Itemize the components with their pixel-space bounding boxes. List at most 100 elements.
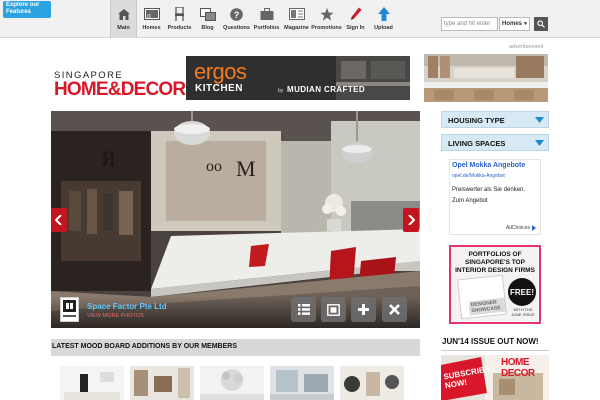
site-logo[interactable]: SINGAPORE HOME&DECOR: [54, 70, 186, 100]
search-bar: type and hit enter Homes▼: [441, 17, 548, 31]
chevron-right-icon: [408, 215, 415, 225]
plus-icon: [358, 304, 369, 315]
promo-line: PORTFOLIOS OF: [468, 251, 522, 258]
search-button[interactable]: [534, 17, 548, 31]
ad-url[interactable]: opel.de/Mokka-Angebot: [452, 173, 505, 179]
nav-label: Main: [117, 25, 130, 31]
star-icon: [319, 7, 335, 21]
search-scope-select[interactable]: Homes▼: [499, 17, 530, 31]
upload-arrow-icon: [376, 7, 392, 21]
nav-portfolios[interactable]: Portfolios: [252, 0, 281, 38]
adchoices-link[interactable]: AdChoices: [506, 225, 537, 231]
adchoices-icon: [532, 225, 536, 231]
slideshow-next-button[interactable]: [403, 208, 419, 232]
picture-icon: [143, 7, 160, 21]
nav-products[interactable]: Products: [166, 0, 193, 38]
logo-main-text: HOME&DECOR: [54, 79, 186, 100]
banner-product: KITCHEN: [195, 83, 243, 94]
nav-blog[interactable]: Blog: [194, 0, 221, 38]
chevron-down-icon: [535, 140, 544, 146]
mood-board-thumbnail[interactable]: [270, 366, 334, 400]
nav-label: Promotions: [311, 25, 342, 31]
close-icon: [389, 304, 400, 315]
cover-logo: HOME DECOR: [501, 357, 535, 379]
house-icon: [116, 7, 132, 21]
designer-showcase-magazine: DESIGNER SHOWCASE: [457, 274, 507, 320]
list-view-button[interactable]: [291, 297, 316, 322]
svg-text:Я: Я: [101, 146, 116, 171]
explore-features-button[interactable]: Explore our Features: [3, 1, 51, 18]
banner-by: by: [278, 88, 284, 94]
nav-label: Blog: [201, 25, 214, 31]
svg-text:oo: oo: [206, 158, 222, 175]
briefcase-icon: [259, 7, 275, 21]
june-issue-note: WITH THE JUNE ISSUE: [511, 307, 535, 317]
svg-text:?: ?: [234, 10, 240, 20]
promo-line: SINGAPORE'S TOP: [465, 259, 525, 266]
housing-type-dropdown[interactable]: HOUSING TYPE: [441, 111, 549, 128]
nav-label: Magazine: [284, 25, 309, 31]
company-logo[interactable]: [60, 297, 79, 322]
page: Explore our Features Main Homes Products: [0, 0, 600, 400]
nav-label: Portfolios: [253, 25, 280, 31]
portfolios-promo[interactable]: PORTFOLIOS OF SINGAPORE'S TOP INTERIOR D…: [449, 245, 541, 324]
banner-maker: MUDIAN CRAFTED: [287, 85, 366, 94]
nav-label: Homes: [142, 25, 161, 31]
slideshow-prev-button[interactable]: [51, 208, 67, 232]
main-nav: Main Homes Products Blog ? Questions Por…: [110, 0, 398, 38]
issue-header: JUN'14 ISSUE OUT NOW!: [441, 334, 549, 351]
ad-body-line: Preiswerter als Sie denken.: [452, 187, 526, 193]
nav-promotions[interactable]: Promotions: [311, 0, 342, 38]
living-spaces-label: LIVING SPACES: [448, 139, 506, 148]
chevron-left-icon: [55, 215, 62, 225]
nav-sign-in[interactable]: Sign In: [342, 0, 369, 38]
svg-text:M: M: [236, 156, 256, 181]
fullscreen-button[interactable]: [321, 297, 346, 322]
promo-line: INTERIOR DESIGN FIRMS: [455, 267, 535, 274]
nav-label: Products: [167, 25, 192, 31]
magazine-icon: [288, 7, 305, 21]
list-icon: [297, 304, 310, 315]
ergos-kitchen-banner[interactable]: ergos KITCHEN by MUDIAN CRAFTED: [186, 56, 410, 100]
nav-magazine[interactable]: Magazine: [282, 0, 311, 38]
kitchen-ad-photo[interactable]: [424, 54, 548, 102]
adchoices-label: AdChoices: [505, 225, 530, 231]
banner-brand: ergos: [194, 59, 247, 84]
sidebar-text-ad[interactable]: Opel Mokka Angebote opel.de/Mokka-Angebo…: [449, 159, 541, 235]
magazine-cover[interactable]: HOME DECOR SUBSCRIBE NOW!: [441, 355, 549, 400]
nav-label: Sign In: [346, 25, 365, 31]
search-icon: [537, 20, 545, 28]
issue-title: JUN'14 ISSUE OUT NOW!: [442, 337, 539, 346]
pencil-icon: [348, 7, 364, 21]
company-name-link[interactable]: Space Factor Pte Ltd: [87, 302, 167, 311]
living-spaces-dropdown[interactable]: LIVING SPACES: [441, 134, 549, 151]
chevron-down-icon: [535, 117, 544, 123]
view-more-photos-link[interactable]: VIEW MORE PHOTOS: [87, 313, 144, 319]
nav-upload[interactable]: Upload: [370, 0, 397, 38]
nav-label: Questions: [223, 25, 250, 31]
add-button[interactable]: [351, 297, 376, 322]
close-button[interactable]: [382, 297, 407, 322]
mood-board-title: LATEST MOOD BOARD ADDITIONS BY OUR MEMBE…: [52, 343, 237, 350]
free-badge: FREE!: [508, 278, 536, 306]
photo-frames-icon: [199, 7, 216, 21]
mood-board-thumbnail[interactable]: [130, 366, 194, 400]
mood-board-thumbnail[interactable]: [200, 366, 264, 400]
nav-questions[interactable]: ? Questions: [222, 0, 251, 38]
mood-board-thumbnail[interactable]: [60, 366, 124, 400]
advertisement-label: advertisement: [509, 44, 544, 50]
housing-type-label: HOUSING TYPE: [448, 116, 505, 125]
nav-homes[interactable]: Homes: [138, 0, 165, 38]
ad-body-line: Zum Angebot: [452, 198, 488, 204]
search-scope-value: Homes: [502, 21, 523, 27]
showcase-label: DESIGNER SHOWCASE: [468, 297, 506, 316]
fullscreen-icon: [327, 303, 340, 316]
search-input[interactable]: type and hit enter: [441, 17, 498, 31]
question-icon: ?: [229, 7, 245, 21]
mood-board-thumbnail[interactable]: [340, 366, 404, 400]
top-nav-bar: Explore our Features Main Homes Products: [0, 0, 600, 38]
chair-icon: [172, 7, 188, 21]
nav-main[interactable]: Main: [110, 0, 137, 38]
ad-headline[interactable]: Opel Mokka Angebote: [452, 162, 525, 169]
chevron-down-icon: ▼: [523, 21, 528, 27]
